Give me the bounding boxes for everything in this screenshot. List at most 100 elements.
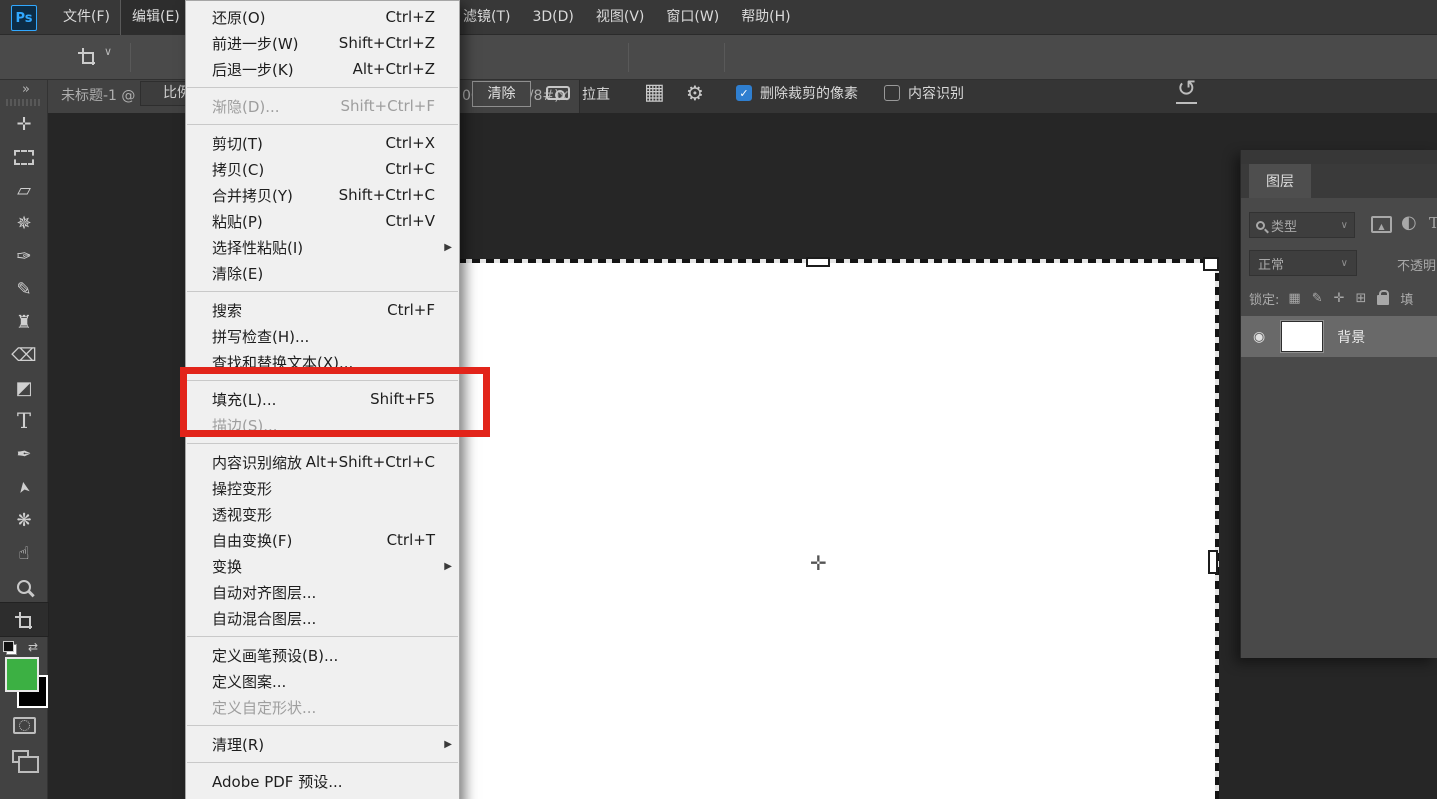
lock-image-pixels-icon[interactable]: ✎: [1312, 292, 1323, 305]
lock-artboard-icon[interactable]: ⊞: [1356, 292, 1367, 305]
menubar-item-window[interactable]: 窗口(W): [655, 0, 730, 35]
layer-filter-dropdown[interactable]: 类型 ∨: [1249, 212, 1355, 238]
menu-item-fade[interactable]: 渐隐(D)... Shift+Ctrl+F: [186, 93, 459, 119]
delete-cropped-pixels-checkbox[interactable]: 删除裁剪的像素: [736, 83, 858, 103]
menubar-item-file[interactable]: 文件(F): [52, 0, 121, 35]
layer-row-background[interactable]: ◉ 背景: [1241, 316, 1437, 357]
tool-icon: ✵: [16, 215, 31, 233]
quick-mask-button[interactable]: [13, 717, 36, 734]
menu-item-search[interactable]: 搜索 Ctrl+F: [186, 297, 459, 323]
annotation-red-box: [180, 367, 490, 437]
lasso-tool[interactable]: ▱: [0, 174, 48, 207]
menu-item-purge[interactable]: 清理(R) ▶: [186, 731, 459, 757]
filter-adjustment-layers-icon[interactable]: ◐: [1401, 212, 1417, 233]
menubar-item-filter[interactable]: 滤镜(T): [452, 0, 521, 35]
menu-item-perspective-warp[interactable]: 透视变形: [186, 501, 459, 527]
eye-icon[interactable]: ◉: [1253, 329, 1265, 345]
overlay-grid-icon[interactable]: ▦: [644, 80, 665, 105]
eyedropper-tool[interactable]: ✑: [0, 240, 48, 273]
tool-icon: ☝: [19, 545, 30, 563]
menu-item-label: 定义图案...: [212, 671, 286, 692]
brush-tool[interactable]: ✎: [0, 273, 48, 306]
type-tool[interactable]: T: [0, 405, 48, 438]
menu-item-puppet-warp[interactable]: 操控变形: [186, 475, 459, 501]
toolbar-collapse-icon[interactable]: »: [22, 82, 30, 97]
menu-item-step-backward[interactable]: 后退一步(K) Alt+Ctrl+Z: [186, 56, 459, 82]
menu-item-undo[interactable]: 还原(O) Ctrl+Z: [186, 4, 459, 30]
crop-tool[interactable]: [0, 603, 48, 636]
menu-separator: [187, 762, 458, 763]
menu-item-copy-merged[interactable]: 合并拷贝(Y) Shift+Ctrl+C: [186, 182, 459, 208]
menu-item-cut[interactable]: 剪切(T) Ctrl+X: [186, 130, 459, 156]
layers-panel: 图层 类型 ∨ ▲ ◐ T 正常 ∨ 不透明 锁定: ▦✎✛⊞ 填: [1240, 150, 1437, 658]
submenu-arrow-icon: ▶: [444, 561, 452, 572]
reset-icon[interactable]: ↺: [1176, 77, 1197, 104]
lock-transparent-pixels-icon[interactable]: ▦: [1288, 292, 1300, 305]
menu-item-label: 清理(R): [212, 734, 264, 755]
gear-icon[interactable]: ⚙: [686, 81, 704, 105]
menu-item-clear[interactable]: 清除(E): [186, 260, 459, 286]
path-selection-tool[interactable]: ➤: [0, 471, 48, 504]
straighten-label[interactable]: 拉直: [582, 84, 610, 104]
menu-item-define-custom-shape[interactable]: 定义自定形状...: [186, 694, 459, 720]
menu-item-transform[interactable]: 变换 ▶: [186, 553, 459, 579]
layer-thumbnail[interactable]: [1281, 321, 1323, 352]
menubar-item-help[interactable]: 帮助(H): [730, 0, 801, 35]
straighten-icon[interactable]: [546, 86, 570, 100]
menu-item-define-brush-preset[interactable]: 定义画笔预设(B)...: [186, 642, 459, 668]
zoom-tool[interactable]: [0, 570, 48, 603]
lock-all-icon[interactable]: [1377, 295, 1389, 305]
menu-item-copy[interactable]: 拷贝(C) Ctrl+C: [186, 156, 459, 182]
menu-item-auto-align-layers[interactable]: 自动对齐图层...: [186, 579, 459, 605]
crop-tool-preset-icon[interactable]: [78, 48, 96, 66]
chevron-down-icon: ∨: [1341, 258, 1348, 269]
menu-separator: [187, 291, 458, 292]
menu-item-content-aware-scale[interactable]: 内容识别缩放 Alt+Shift+Ctrl+C: [186, 449, 459, 475]
crop-handle-top-right[interactable]: [1203, 257, 1219, 271]
chevron-down-icon: ∨: [1341, 220, 1348, 231]
menubar-item-view[interactable]: 视图(V): [585, 0, 656, 35]
swap-colors-icon[interactable]: ⇄: [28, 640, 38, 654]
default-colors-control[interactable]: ⇄: [6, 640, 42, 656]
tool-icon: ⌫: [11, 347, 36, 365]
custom-shape-tool[interactable]: ❋: [0, 504, 48, 537]
paint-bucket-tool[interactable]: ◩: [0, 372, 48, 405]
screen-mode-button[interactable]: [12, 750, 29, 763]
hand-tool[interactable]: ☝: [0, 537, 48, 570]
clone-stamp-tool[interactable]: ♜: [0, 306, 48, 339]
menu-item-label: Adobe PDF 预设...: [212, 771, 343, 792]
crop-handle-top[interactable]: [806, 257, 830, 267]
menu-item-define-pattern[interactable]: 定义图案...: [186, 668, 459, 694]
content-aware-checkbox[interactable]: 内容识别: [884, 83, 964, 103]
menu-item-paste[interactable]: 粘贴(P) Ctrl+V: [186, 208, 459, 234]
menu-item-check-spelling[interactable]: 拼写检查(H)...: [186, 323, 459, 349]
canvas[interactable]: [458, 262, 1218, 799]
menubar-item-3d[interactable]: 3D(D): [521, 0, 584, 35]
eraser-tool[interactable]: ⌫: [0, 339, 48, 372]
menubar-item-edit[interactable]: 编辑(E): [121, 0, 191, 35]
marquee-tool[interactable]: [0, 141, 48, 174]
menu-item-free-transform[interactable]: 自由变换(F) Ctrl+T: [186, 527, 459, 553]
tool-icon: T: [17, 411, 31, 432]
pen-tool[interactable]: ✒: [0, 438, 48, 471]
chevron-down-icon[interactable]: ∨: [104, 45, 112, 58]
toolbar-grip[interactable]: [6, 99, 42, 106]
blend-mode-dropdown[interactable]: 正常 ∨: [1249, 250, 1357, 276]
menu-item-paste-special[interactable]: 选择性粘贴(I) ▶: [186, 234, 459, 260]
crop-handle-right[interactable]: [1208, 550, 1218, 574]
menu-item-shortcut: Alt+Ctrl+Z: [353, 60, 435, 78]
quick-selection-tool[interactable]: ✵: [0, 207, 48, 240]
menu-item-step-forward[interactable]: 前进一步(W) Shift+Ctrl+Z: [186, 30, 459, 56]
clear-button[interactable]: 清除: [472, 81, 531, 107]
menu-item-auto-blend-layers[interactable]: 自动混合图层...: [186, 605, 459, 631]
menu-item-label: 内容识别缩放: [212, 452, 302, 473]
filter-image-layers-icon[interactable]: ▲: [1371, 216, 1392, 233]
layers-tab[interactable]: 图层: [1249, 164, 1311, 198]
move-tool[interactable]: ✛: [0, 108, 48, 141]
menu-item-label: 定义自定形状...: [212, 697, 316, 718]
filter-type-layers-icon[interactable]: T: [1429, 214, 1437, 232]
menu-item-adobe-pdf-presets[interactable]: Adobe PDF 预设...: [186, 768, 459, 794]
lock-position-icon[interactable]: ✛: [1334, 292, 1345, 305]
menu-item-label: 拷贝(C): [212, 159, 264, 180]
foreground-color-swatch[interactable]: [5, 657, 39, 692]
